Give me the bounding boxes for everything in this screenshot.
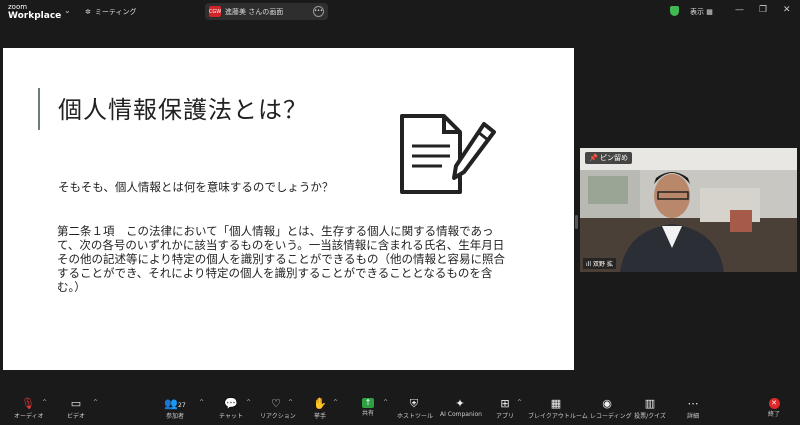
apps-caret[interactable]: ^ <box>517 399 522 406</box>
participants-caret[interactable]: ^ <box>199 399 204 406</box>
meeting-info[interactable]: ✲ ミーティング <box>85 7 136 17</box>
more-button[interactable]: ⋯ 詳細 <box>683 394 703 420</box>
apps-button[interactable]: ⊞ アプリ <box>496 394 514 420</box>
share-caret[interactable]: ^ <box>383 399 388 406</box>
share-button[interactable]: ↑ 共有 <box>358 394 378 417</box>
restore-icon[interactable]: ❐ <box>759 5 767 15</box>
meeting-icon: ✲ <box>85 8 91 16</box>
polls-icon: ▥ <box>644 397 656 410</box>
participants-button[interactable]: 👥27 参加者 <box>163 394 187 420</box>
end-icon: ✕ <box>768 398 780 409</box>
video-button[interactable]: ▭ ビデオ <box>66 394 86 420</box>
record-button[interactable]: ◉ レコーディング <box>590 394 632 420</box>
chat-button[interactable]: 💬 チャット <box>219 394 243 420</box>
article-text: 第二条１項 この法律において「個人情報」とは、生存する個人に関する情報であって、… <box>57 224 506 294</box>
hand-icon: ✋ <box>313 397 327 410</box>
raise-hand-button[interactable]: ✋ 挙手 <box>310 394 330 420</box>
apps-icon: ⊞ <box>500 397 510 410</box>
mic-muted-icon: 🎙 <box>21 397 35 410</box>
raise-hand-caret[interactable]: ^ <box>333 399 338 406</box>
reactions-caret[interactable]: ^ <box>288 399 293 406</box>
meeting-toolbar: 🎙 オーディオ ^ ▭ ビデオ ^ 👥27 参加者 ^ 💬 チャット ^ ♡ リ… <box>0 394 800 425</box>
title-accent-bar <box>38 88 40 130</box>
sharing-indicator[interactable]: CGW 進藤美 さんの画面 ••• <box>205 3 328 20</box>
document-pen-icon <box>400 114 496 194</box>
zoom-logo: zoom Workplace <box>8 3 62 21</box>
participant-video[interactable]: 📌 ピン留め ıll 双野 拡 <box>580 148 797 272</box>
shared-screen-slide: 個人情報保護法とは？ そもそも、個人情報とは何を意味するのでしょうか？ 第二条１… <box>3 48 574 370</box>
chevron-down-icon[interactable]: ⌄ <box>64 6 71 15</box>
minimize-icon[interactable]: — <box>735 5 744 15</box>
share-screen-icon: ↑ <box>362 398 374 408</box>
breakout-icon: ▦ <box>550 397 562 410</box>
participant-name: ıll 双野 拡 <box>583 258 616 269</box>
camera-icon: ▭ <box>70 397 82 410</box>
audio-options-caret[interactable]: ^ <box>42 399 47 406</box>
slide-title: 個人情報保護法とは？ <box>58 96 308 124</box>
share-title: 進藤美 さんの画面 <box>225 7 284 16</box>
sparkle-icon: ✦ <box>455 397 465 410</box>
panel-resize-handle[interactable] <box>575 215 578 229</box>
close-icon[interactable]: ✕ <box>783 5 791 15</box>
more-icon: ⋯ <box>687 397 699 410</box>
record-icon: ◉ <box>602 397 612 410</box>
view-button[interactable]: 表示 ▦ <box>690 7 713 17</box>
top-bar: zoom Workplace ⌄ ✲ ミーティング CGW 進藤美 さんの画面 … <box>0 0 800 26</box>
reactions-button[interactable]: ♡ リアクション <box>260 394 296 420</box>
pin-badge[interactable]: 📌 ピン留め <box>585 152 632 164</box>
participants-icon: 👥27 <box>164 397 186 410</box>
audio-button[interactable]: 🎙 オーディオ <box>14 394 44 420</box>
shield-icon: ⛨ <box>409 397 419 410</box>
video-feed <box>580 148 797 272</box>
end-meeting-button[interactable]: ✕ 終了 <box>764 394 784 418</box>
host-tools-button[interactable]: ⛨ ホストツール <box>397 394 433 420</box>
security-shield-icon[interactable] <box>670 6 679 16</box>
chat-icon: 💬 <box>224 397 238 410</box>
breakout-rooms-button[interactable]: ▦ ブレイクアウトルーム <box>528 394 588 420</box>
chat-caret[interactable]: ^ <box>246 399 251 406</box>
slide-question: そもそも、個人情報とは何を意味するのでしょうか？ <box>58 180 334 194</box>
video-options-caret[interactable]: ^ <box>93 399 98 406</box>
share-badge: CGW <box>209 6 221 17</box>
polls-button[interactable]: ▥ 投票/クイズ <box>632 394 668 420</box>
more-options-icon[interactable]: ••• <box>313 6 324 17</box>
ai-companion-button[interactable]: ✦ AI Companion <box>440 394 482 418</box>
